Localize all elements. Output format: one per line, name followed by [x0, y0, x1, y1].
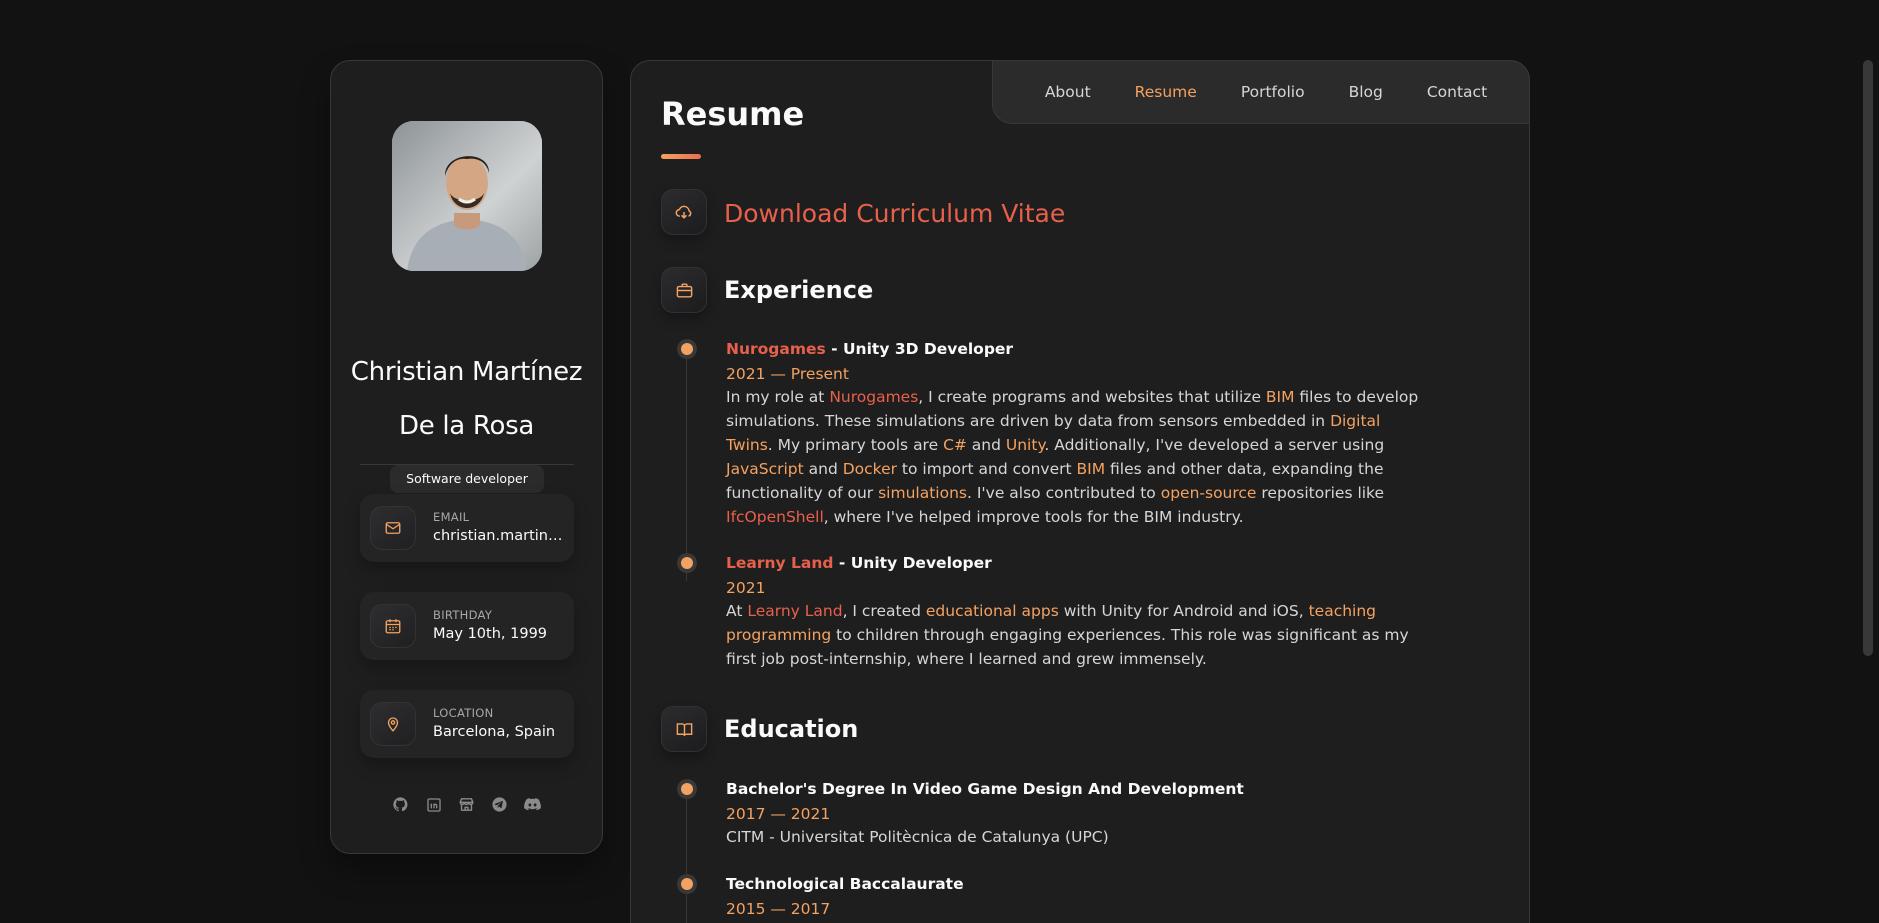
- download-cv-link[interactable]: Download Curriculum Vitae: [724, 199, 1065, 228]
- birthday-value: May 10th, 1999: [433, 626, 548, 642]
- discord-icon[interactable]: [523, 795, 542, 814]
- education-timeline-line: [686, 791, 687, 923]
- education-heading: Education: [724, 715, 859, 743]
- experience-item-learnyland: Learny Land - Unity Developer 2021 At Le…: [726, 554, 1426, 671]
- book-open-icon: [661, 706, 707, 752]
- contact-location: LOCATION Barcelona, Spain: [360, 690, 574, 758]
- education-date: 2015 — 2017: [726, 900, 831, 918]
- timeline-dot: [681, 783, 693, 795]
- experience-date: 2021 — Present: [726, 365, 849, 383]
- nav-blog[interactable]: Blog: [1349, 83, 1383, 101]
- birthday-label: BIRTHDAY: [433, 608, 493, 622]
- mail-icon: [370, 506, 416, 550]
- job-title-badge: Software developer: [390, 465, 544, 493]
- cloud-download-icon[interactable]: [661, 189, 707, 235]
- degree-name: Technological Baccalaurate: [726, 875, 964, 893]
- education-date: 2017 — 2021: [726, 805, 831, 823]
- avatar: [392, 121, 542, 271]
- location-pin-icon: [370, 702, 416, 746]
- education-item-baccalaureate: Technological Baccalaurate 2015 — 2017: [726, 875, 1426, 918]
- nav-about[interactable]: About: [1045, 83, 1091, 101]
- education-item-bachelor: Bachelor's Degree In Video Game Design A…: [726, 780, 1426, 849]
- title-underline: [661, 154, 701, 159]
- github-icon[interactable]: [391, 795, 410, 814]
- resume-panel: About Resume Portfolio Blog Contact Resu…: [630, 60, 1530, 923]
- telegram-icon[interactable]: [490, 795, 509, 814]
- experience-heading: Experience: [724, 276, 874, 304]
- company-name: Learny Land: [726, 554, 834, 572]
- location-value: Barcelona, Spain: [433, 724, 556, 740]
- role-name: - Unity 3D Developer: [825, 340, 1014, 358]
- social-links: [331, 795, 602, 814]
- briefcase-icon: [661, 267, 707, 313]
- location-label: LOCATION: [433, 706, 494, 720]
- timeline-dot: [681, 878, 693, 890]
- experience-item-nurogames: Nurogames - Unity 3D Developer 2021 — Pr…: [726, 340, 1426, 529]
- page-title: Resume: [661, 95, 805, 133]
- profile-name-line2: De la Rosa: [399, 411, 534, 441]
- sidebar-divider: [360, 464, 574, 465]
- role-name: - Unity Developer: [833, 554, 992, 572]
- email-label: EMAIL: [433, 510, 470, 524]
- experience-heading-line: Learny Land - Unity Developer: [726, 554, 1426, 572]
- school-name: CITM - Universitat Politècnica de Catalu…: [726, 828, 1109, 846]
- experience-description: At Learny Land, I created educational ap…: [726, 602, 1409, 668]
- nav-resume[interactable]: Resume: [1135, 83, 1197, 101]
- experience-date: 2021: [726, 579, 766, 597]
- timeline-dot: [681, 343, 693, 355]
- email-value[interactable]: christian.martinez.delarosa: [433, 528, 565, 544]
- linkedin-icon[interactable]: [424, 795, 443, 814]
- experience-heading-line: Nurogames - Unity 3D Developer: [726, 340, 1426, 358]
- profile-name-line1: Christian Martínez: [350, 357, 583, 387]
- timeline-dot: [681, 557, 693, 569]
- company-name: Nurogames: [726, 340, 826, 358]
- contact-email[interactable]: EMAIL christian.martinez.delarosa: [360, 494, 574, 562]
- store-icon[interactable]: [457, 795, 476, 814]
- calendar-icon: [370, 604, 416, 648]
- page-scrollbar[interactable]: [1863, 60, 1873, 656]
- experience-timeline-line: [686, 351, 687, 581]
- contact-birthday: BIRTHDAY May 10th, 1999: [360, 592, 574, 660]
- degree-name: Bachelor's Degree In Video Game Design A…: [726, 780, 1244, 798]
- top-navbar: About Resume Portfolio Blog Contact: [992, 60, 1530, 124]
- nav-portfolio[interactable]: Portfolio: [1241, 83, 1305, 101]
- experience-description: In my role at Nurogames, I create progra…: [726, 388, 1419, 526]
- nav-contact[interactable]: Contact: [1427, 83, 1487, 101]
- profile-sidebar: Christian Martínez De la Rosa Software d…: [330, 60, 603, 854]
